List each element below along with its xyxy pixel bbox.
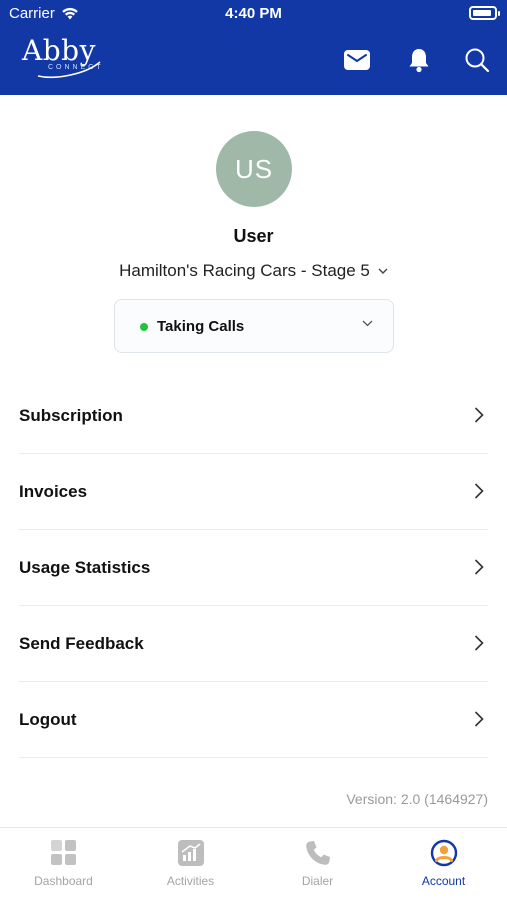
app-header: Carrier 4:40 PM Abby CONNECT (0, 0, 507, 95)
tab-account[interactable]: Account (380, 828, 507, 900)
chevron-right-icon (474, 407, 484, 423)
abby-connect-logo: Abby CONNECT (22, 36, 102, 80)
tab-dashboard[interactable]: Dashboard (0, 828, 127, 900)
menu-item-label: Invoices (19, 482, 88, 501)
tab-bar: Dashboard Activities Dialer Account (0, 827, 507, 900)
account-icon (430, 839, 457, 867)
bell-icon (409, 49, 429, 73)
company-selector[interactable]: Hamilton's Racing Cars - Stage 5 (0, 261, 507, 281)
menu-item-label: Send Feedback (19, 634, 144, 653)
status-indicator-dot (140, 323, 148, 331)
chevron-down-icon (362, 320, 373, 327)
logo-swoosh-icon (37, 61, 101, 79)
status-time: 4:40 PM (225, 5, 282, 22)
menu-item-send-feedback[interactable]: Send Feedback (19, 606, 488, 682)
menu-item-label: Logout (19, 710, 77, 729)
tab-label: Dialer (301, 874, 334, 888)
phone-icon (305, 841, 330, 865)
activities-icon (177, 840, 204, 866)
chevron-right-icon (474, 483, 484, 499)
chevron-right-icon (474, 559, 484, 575)
company-name: Hamilton's Racing Cars - Stage 5 (119, 261, 370, 280)
account-menu: Subscription Invoices Usage Statistics S… (19, 378, 488, 758)
mail-button[interactable] (343, 46, 371, 74)
tab-activities[interactable]: Activities (127, 828, 254, 900)
menu-item-label: Subscription (19, 406, 123, 425)
menu-item-invoices[interactable]: Invoices (19, 454, 488, 530)
app-version: Version: 2.0 (1464927) (346, 791, 488, 807)
menu-item-label: Usage Statistics (19, 558, 151, 577)
search-button[interactable] (463, 46, 491, 74)
call-status-dropdown[interactable]: Taking Calls (114, 299, 394, 353)
user-name: User (233, 226, 274, 246)
menu-item-logout[interactable]: Logout (19, 682, 488, 758)
status-bar: Carrier 4:40 PM (0, 0, 507, 28)
tab-dialer[interactable]: Dialer (254, 828, 381, 900)
search-icon (465, 48, 490, 73)
battery-icon (469, 6, 500, 20)
call-status-label: Taking Calls (157, 318, 245, 335)
avatar[interactable]: US (216, 131, 292, 207)
tab-label: Dashboard (34, 874, 93, 888)
dashboard-icon (50, 840, 76, 865)
tab-label: Account (421, 874, 466, 888)
menu-item-subscription[interactable]: Subscription (19, 378, 488, 454)
chevron-down-icon (378, 268, 388, 274)
chevron-right-icon (474, 711, 484, 727)
tab-label: Activities (166, 874, 215, 888)
chevron-right-icon (474, 635, 484, 651)
notifications-button[interactable] (405, 46, 433, 74)
menu-item-usage-statistics[interactable]: Usage Statistics (19, 530, 488, 606)
mail-icon (344, 50, 370, 70)
